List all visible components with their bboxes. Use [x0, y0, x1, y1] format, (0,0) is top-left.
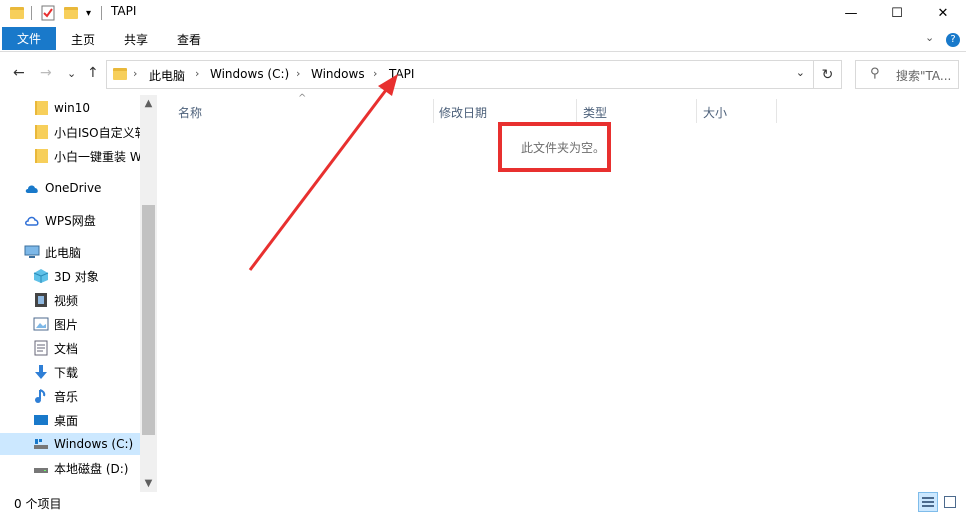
sidebar-item-documents[interactable]: 文档	[0, 337, 140, 359]
download-icon	[33, 364, 49, 380]
sidebar-item-local-disk-d[interactable]: 本地磁盘 (D:)	[0, 457, 140, 479]
details-view-icon	[922, 497, 934, 507]
forward-button[interactable]: →	[40, 65, 52, 81]
sidebar-item-desktop[interactable]: 桌面	[0, 409, 140, 431]
file-list[interactable]: ^ 名称 修改日期 类型 大小 此文件夹为空。	[160, 93, 966, 492]
chevron-right-icon[interactable]: ›	[133, 67, 137, 80]
document-icon	[33, 340, 49, 356]
recent-locations-button[interactable]: ⌄	[67, 67, 76, 80]
sidebar-item-pictures[interactable]: 图片	[0, 313, 140, 335]
folder-icon	[33, 148, 49, 164]
picture-icon	[33, 316, 49, 332]
column-divider[interactable]	[776, 99, 777, 123]
minimize-button[interactable]: —	[828, 0, 874, 26]
sidebar-item-wps[interactable]: WPS网盘	[0, 209, 140, 231]
maximize-button[interactable]: ☐	[874, 0, 920, 26]
sidebar-item-onedrive[interactable]: OneDrive	[0, 177, 140, 199]
breadcrumb-windows-c[interactable]: Windows (C:)	[210, 67, 289, 81]
music-icon	[33, 388, 49, 404]
up-button[interactable]: ↑	[87, 65, 99, 81]
properties-icon[interactable]	[41, 4, 55, 22]
scroll-up-icon[interactable]: ▲	[140, 95, 157, 112]
drive-icon	[33, 460, 49, 476]
tab-view[interactable]: 查看	[177, 31, 201, 48]
sort-ascending-icon: ^	[298, 93, 307, 104]
navigation-pane: win10 小白ISO自定义软 小白一键重装 W OneDrive WPS网盘 …	[0, 95, 158, 492]
folder-icon	[33, 100, 49, 116]
breadcrumb-this-pc[interactable]: 此电脑	[149, 67, 185, 84]
sidebar-item-windows-c[interactable]: Windows (C:)	[0, 433, 140, 455]
folder-icon	[113, 68, 127, 80]
cube-icon	[33, 268, 49, 284]
tab-file[interactable]: 文件	[2, 27, 56, 50]
large-icons-view-button[interactable]	[940, 492, 960, 512]
sidebar-item-iso[interactable]: 小白ISO自定义软	[0, 121, 140, 143]
address-bar[interactable]: › 此电脑 › Windows (C:) › Windows › TAPI ⌄	[106, 60, 814, 89]
sidebar-item-downloads[interactable]: 下载	[0, 361, 140, 383]
sidebar-item-3d-objects[interactable]: 3D 对象	[0, 265, 140, 287]
customize-toolbar-icon[interactable]: ▾	[86, 4, 91, 22]
desktop-icon	[33, 412, 49, 428]
sidebar-item-reinstall[interactable]: 小白一键重装 W	[0, 145, 140, 167]
details-view-button[interactable]	[918, 492, 938, 512]
breadcrumb-tapi[interactable]: TAPI	[389, 67, 414, 81]
search-placeholder: 搜索"TA...	[896, 69, 952, 83]
tab-home[interactable]: 主页	[71, 31, 95, 48]
chevron-right-icon[interactable]: ›	[373, 67, 377, 80]
column-header-date-modified[interactable]: 修改日期	[439, 104, 487, 121]
breadcrumb-windows[interactable]: Windows	[311, 67, 365, 81]
large-icons-view-icon	[944, 496, 956, 508]
scroll-down-icon[interactable]: ▼	[140, 475, 157, 492]
scroll-thumb[interactable]	[142, 205, 155, 435]
sidebar-item-music[interactable]: 音乐	[0, 385, 140, 407]
ribbon-expand-icon[interactable]: ⌄	[925, 31, 934, 44]
folder-icon	[33, 124, 49, 140]
column-divider[interactable]	[696, 99, 697, 123]
refresh-button[interactable]: ↻	[814, 60, 842, 89]
ribbon-tabs: 文件 主页 共享 查看 ⌄ ?	[0, 26, 966, 52]
column-header-name[interactable]: 名称	[178, 104, 202, 121]
drive-icon	[33, 436, 49, 452]
status-bar: 0 个项目	[0, 492, 966, 514]
window-title: TAPI	[111, 4, 137, 18]
sidebar-item-this-pc[interactable]: 此电脑	[0, 241, 140, 263]
chevron-right-icon[interactable]: ›	[195, 67, 199, 80]
back-button[interactable]: ←	[13, 65, 25, 81]
wps-cloud-icon	[24, 212, 40, 228]
tab-share[interactable]: 共享	[124, 31, 148, 48]
item-count: 0 个项目	[14, 497, 62, 511]
divider	[101, 6, 102, 20]
column-header-size[interactable]: 大小	[703, 104, 727, 121]
navigation-scrollbar[interactable]: ▲ ▼	[140, 95, 157, 492]
chevron-right-icon[interactable]: ›	[296, 67, 300, 80]
help-icon[interactable]: ?	[946, 33, 960, 47]
column-header-type[interactable]: 类型	[583, 104, 607, 121]
search-icon: ⚲	[870, 66, 880, 81]
folder-icon	[10, 4, 24, 22]
video-icon	[33, 292, 49, 308]
column-divider[interactable]	[433, 99, 434, 123]
new-folder-icon[interactable]	[64, 4, 78, 22]
close-button[interactable]: ✕	[920, 0, 966, 26]
search-box[interactable]: ⚲ 搜索"TA...	[855, 60, 959, 89]
cloud-icon	[24, 180, 40, 196]
computer-icon	[24, 244, 40, 260]
divider	[31, 6, 32, 20]
title-bar: ▾ TAPI — ☐ ✕	[0, 0, 966, 26]
sidebar-item-videos[interactable]: 视频	[0, 289, 140, 311]
address-dropdown-icon[interactable]: ⌄	[796, 66, 805, 79]
column-divider[interactable]	[576, 99, 577, 123]
navigation-bar: ← → ⌄ ↑ › 此电脑 › Windows (C:) › Windows ›…	[0, 53, 966, 95]
annotation-highlight-box	[498, 122, 611, 172]
sidebar-item-win10[interactable]: win10	[0, 97, 140, 119]
